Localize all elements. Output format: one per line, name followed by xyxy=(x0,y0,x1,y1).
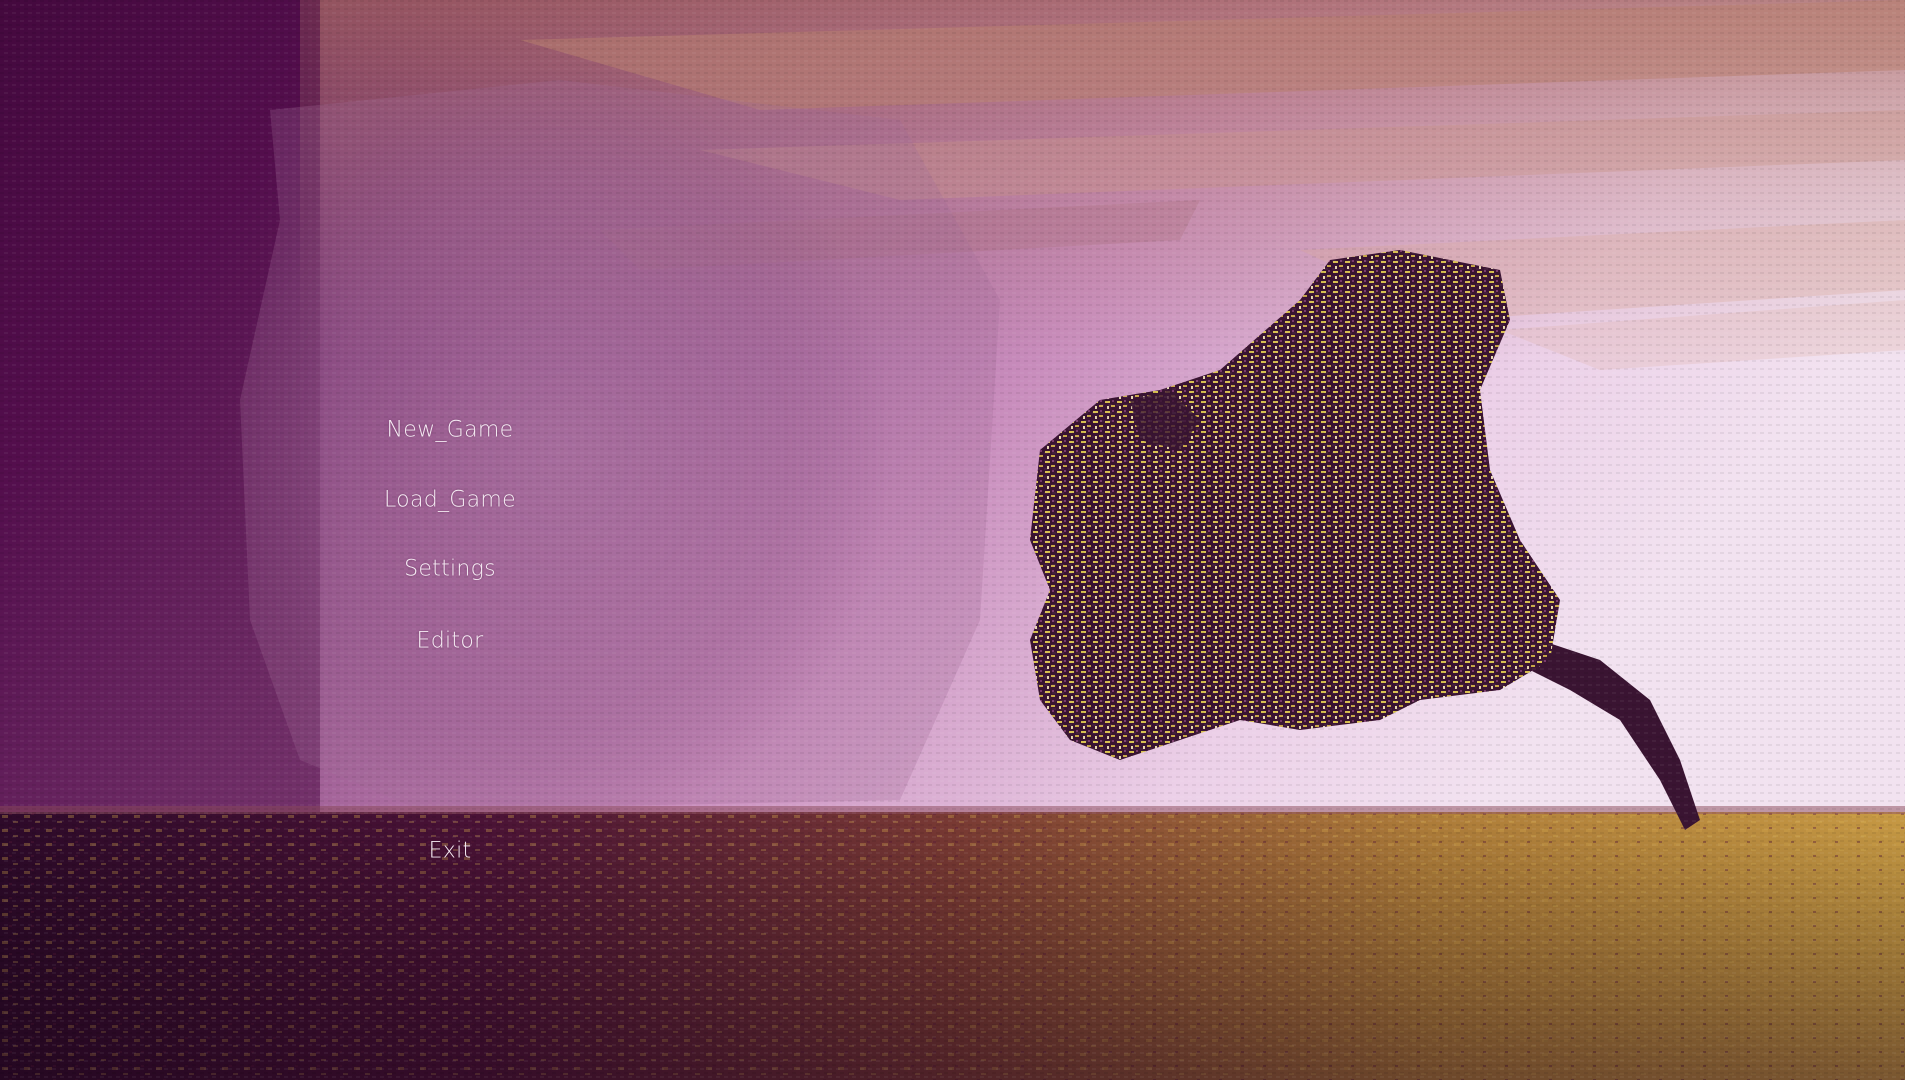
main-menu: New_Game Load_Game Settings Editor Exit xyxy=(0,0,1905,1080)
settings-button[interactable]: Settings xyxy=(404,557,496,582)
main-menu-screen: New_Game Load_Game Settings Editor Exit xyxy=(0,0,1905,1080)
editor-button[interactable]: Editor xyxy=(417,629,484,654)
load-game-button[interactable]: Load_Game xyxy=(384,488,516,513)
new-game-button[interactable]: New_Game xyxy=(387,418,514,443)
exit-button[interactable]: Exit xyxy=(429,839,472,864)
